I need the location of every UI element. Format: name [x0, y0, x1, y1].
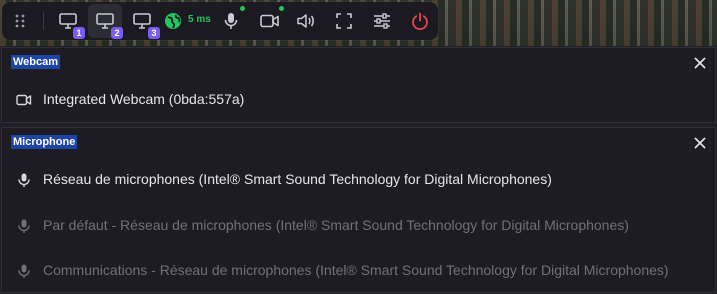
device-label: Communications - Réseau de microphones (… — [43, 262, 669, 278]
sliders-icon — [374, 13, 390, 29]
volume-button[interactable] — [292, 2, 320, 40]
fullscreen-button[interactable] — [330, 2, 358, 40]
panel-title: Microphone — [11, 135, 78, 149]
ping-latency: 5 ms — [188, 14, 211, 25]
webcam-device-option[interactable]: Integrated Webcam (0bda:557a) — [2, 78, 715, 122]
power-icon — [412, 12, 428, 30]
display-badge: 3 — [148, 27, 160, 39]
microphone-device-option[interactable]: Par défaut - Réseau de microphones (Inte… — [2, 204, 715, 248]
display-badge: 2 — [111, 27, 123, 39]
toolbar-divider — [43, 12, 44, 30]
device-label: Par défaut - Réseau de microphones (Inte… — [43, 217, 629, 233]
drag-handle-icon[interactable] — [8, 2, 32, 40]
webcam-panel: Webcam Integrated Webcam (0bda:557a) — [1, 47, 716, 123]
settings-button[interactable] — [368, 2, 396, 40]
active-indicator — [240, 6, 245, 11]
microphone-button[interactable] — [218, 2, 245, 40]
device-label: Réseau de microphones (Intel® Smart Soun… — [43, 171, 552, 187]
network-status[interactable] — [162, 2, 184, 40]
close-icon[interactable] — [693, 56, 707, 70]
active-indicator — [279, 6, 284, 11]
camera-button[interactable] — [256, 2, 284, 40]
video-camera-icon — [16, 94, 32, 106]
close-icon[interactable] — [693, 136, 707, 150]
speaker-icon — [297, 14, 314, 28]
microphone-device-option[interactable]: Communications - Réseau de microphones (… — [2, 249, 715, 293]
microphone-panel: Microphone Réseau de microphones (Intel®… — [1, 127, 716, 293]
globe-icon — [165, 13, 181, 29]
display-1-button[interactable]: 1 — [52, 2, 85, 40]
display-badge: 1 — [73, 27, 85, 39]
microphone-icon — [18, 264, 30, 278]
display-3-button[interactable]: 3 — [126, 2, 160, 40]
microphone-icon — [224, 13, 238, 29]
microphone-icon — [18, 173, 30, 187]
disconnect-button[interactable] — [406, 2, 434, 40]
device-label: Integrated Webcam (0bda:557a) — [43, 91, 245, 107]
display-2-button[interactable]: 2 — [88, 4, 123, 39]
fullscreen-icon — [336, 13, 352, 29]
panel-title: Webcam — [11, 55, 61, 69]
toolbar: 1 2 3 5 ms — [2, 2, 438, 40]
microphone-icon — [18, 219, 30, 233]
video-camera-icon — [260, 14, 279, 28]
microphone-device-option[interactable]: Réseau de microphones (Intel® Smart Soun… — [2, 158, 715, 202]
